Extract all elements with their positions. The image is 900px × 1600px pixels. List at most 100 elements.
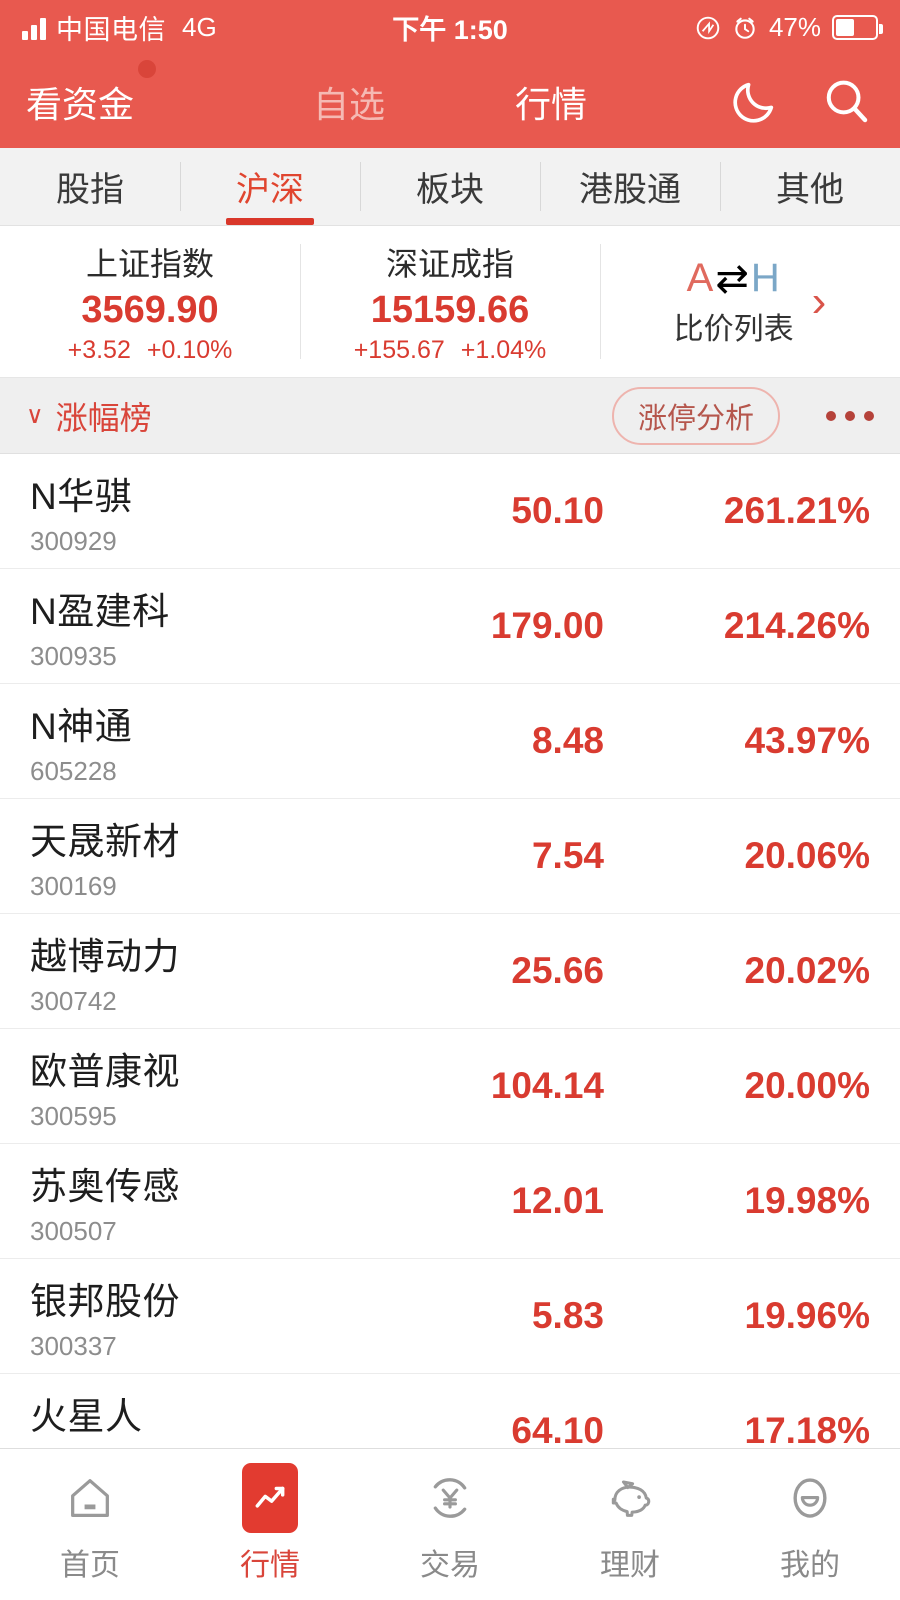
stock-price: 12.01	[511, 1180, 604, 1221]
stock-change-percent: 17.18%	[744, 1410, 871, 1448]
stock-identity: 火星人 300894	[30, 1386, 450, 1449]
category-tab-bar: 股指 沪深 板块 港股通 其他	[0, 148, 900, 226]
signal-bars-icon	[22, 16, 46, 40]
table-row[interactable]: N盈建科 300935 179.00 214.26%	[0, 569, 900, 684]
index-change-group: +155.67 +1.04%	[354, 336, 547, 365]
ah-compare-inner: A ⇄ H 比价列表	[674, 256, 794, 348]
bottom-nav-item-home[interactable]: 首页	[0, 1466, 180, 1584]
stock-code: 300935	[30, 640, 117, 671]
tab-stock-index[interactable]: 股指	[0, 148, 180, 225]
stock-name: N神通	[30, 705, 133, 747]
table-row[interactable]: 银邦股份 300337 5.83 19.96%	[0, 1259, 900, 1374]
piggy-bank-icon	[601, 1466, 659, 1530]
bottom-nav-item-finance[interactable]: 理财	[540, 1466, 720, 1584]
battery-percent-label: 47%	[768, 12, 821, 42]
tab-hk-connect[interactable]: 港股通	[540, 148, 720, 225]
stock-identity: 银邦股份 300337	[30, 1271, 450, 1362]
alarm-icon	[735, 17, 755, 39]
table-row[interactable]: 苏奥传感 300507 12.01 19.98%	[0, 1144, 900, 1259]
ah-compare-label: 比价列表	[673, 312, 794, 346]
header-item-funds[interactable]: 看资金	[26, 59, 157, 128]
stock-price: 104.14	[490, 1065, 604, 1106]
bottom-nav-item-profile[interactable]: 我的	[720, 1466, 900, 1584]
bottom-nav-bar: 首页 行情 交易 理财 我的	[0, 1448, 900, 1600]
stock-price: 50.10	[511, 490, 604, 531]
bottom-nav-item-market[interactable]: 行情	[180, 1462, 360, 1584]
status-bar: 中国电信 4G 下午 1:50 47%	[0, 0, 900, 55]
stock-change-percent: 261.21%	[723, 490, 870, 531]
index-value: 15159.66	[370, 288, 530, 331]
index-card-shanghai[interactable]: 上证指数 3569.90 +3.52 +0.10%	[0, 226, 300, 377]
stock-list[interactable]: N华骐 300929 50.10 261.21% N盈建科 300935 179…	[0, 454, 900, 1448]
header-tab-market[interactable]: 行情	[515, 76, 587, 128]
battery-icon	[832, 15, 883, 40]
table-row[interactable]: 天晟新材 300169 7.54 20.06%	[0, 799, 900, 914]
index-name: 上证指数	[85, 245, 214, 282]
index-value: 3569.90	[81, 288, 219, 331]
yuan-exchange-icon	[422, 1466, 478, 1530]
tab-hushen[interactable]: 沪深	[180, 148, 360, 225]
limit-up-analysis-button[interactable]: 涨停分析	[611, 386, 780, 445]
index-change-pct: +0.10%	[146, 335, 233, 364]
ah-swap-arrows: ⇄	[715, 256, 750, 301]
notification-badge-dot	[138, 59, 157, 78]
list-filter-bar: ∨ 涨幅榜 涨停分析	[0, 378, 900, 454]
stock-identity: 欧普康视 300595	[30, 1041, 450, 1132]
index-change-group: +3.52 +0.10%	[68, 336, 233, 365]
carrier-label: 中国电信	[56, 15, 166, 45]
more-dots-icon[interactable]	[826, 410, 874, 421]
ah-compare-card[interactable]: A ⇄ H 比价列表 ›	[600, 226, 900, 377]
bottom-nav-label: 理财	[600, 1548, 660, 1582]
location-icon	[696, 16, 720, 39]
stock-change-percent: 20.06%	[744, 835, 871, 876]
stock-identity: N华骐 300929	[30, 466, 450, 557]
stock-change-percent: 43.97%	[744, 720, 871, 761]
table-row[interactable]: N神通 605228 8.48 43.97%	[0, 684, 900, 799]
stock-name: 火星人	[30, 1395, 143, 1437]
stock-code: 300595	[30, 1100, 117, 1131]
index-change-abs: +155.67	[353, 335, 445, 364]
sort-label: 涨幅榜	[55, 399, 152, 436]
stock-price: 8.48	[531, 720, 604, 761]
status-bar-right: 47%	[695, 12, 883, 43]
stock-code: 300742	[30, 985, 117, 1016]
header-tab-watchlist[interactable]: 自选	[313, 76, 385, 128]
table-row[interactable]: 欧普康视 300595 104.14 20.00%	[0, 1029, 900, 1144]
stock-identity: 越博动力 300742	[30, 926, 450, 1017]
stock-name: 越博动力	[30, 935, 180, 977]
ah-letter-a: A	[686, 256, 715, 300]
stock-change-percent: 214.26%	[723, 605, 870, 646]
tab-other[interactable]: 其他	[720, 148, 900, 225]
chevron-right-icon[interactable]: ›	[812, 279, 827, 324]
sort-selector[interactable]: ∨ 涨幅榜	[26, 393, 152, 439]
market-chart-icon	[242, 1462, 298, 1533]
stock-name: 苏奥传感	[30, 1165, 180, 1207]
status-bar-left: 中国电信 4G	[22, 8, 217, 47]
user-icon	[783, 1466, 837, 1530]
ah-swap-icon: A ⇄ H	[687, 256, 781, 302]
chevron-down-icon: ∨	[26, 402, 44, 429]
stock-price: 25.66	[511, 950, 604, 991]
moon-icon[interactable]	[728, 76, 780, 128]
tab-sector[interactable]: 板块	[360, 148, 540, 225]
header-item-funds-label: 看资金	[26, 83, 135, 125]
index-card-shenzhen[interactable]: 深证成指 15159.66 +155.67 +1.04%	[300, 226, 600, 377]
stock-identity: 苏奥传感 300507	[30, 1156, 450, 1247]
app-root: 中国电信 4G 下午 1:50 47% 看资金 自选 行情 股指 沪深 板块 港…	[0, 0, 900, 1600]
stock-name: 银邦股份	[30, 1280, 180, 1322]
bottom-nav-label: 行情	[240, 1548, 300, 1582]
stock-price: 7.54	[531, 835, 604, 876]
table-row[interactable]: 越博动力 300742 25.66 20.02%	[0, 914, 900, 1029]
app-header: 看资金 自选 行情	[0, 55, 900, 148]
stock-name: N华骐	[30, 475, 133, 517]
stock-code: 300169	[30, 870, 117, 901]
stock-code: 300507	[30, 1215, 117, 1246]
stock-code: 300929	[30, 525, 117, 556]
network-type-label: 4G	[182, 12, 217, 42]
stock-change-percent: 20.02%	[744, 950, 871, 991]
table-row[interactable]: 火星人 300894 64.10 17.18%	[0, 1374, 900, 1448]
table-row[interactable]: N华骐 300929 50.10 261.21%	[0, 454, 900, 569]
search-icon[interactable]	[820, 75, 874, 129]
index-change-abs: +3.52	[67, 335, 131, 364]
bottom-nav-item-trade[interactable]: 交易	[360, 1466, 540, 1584]
